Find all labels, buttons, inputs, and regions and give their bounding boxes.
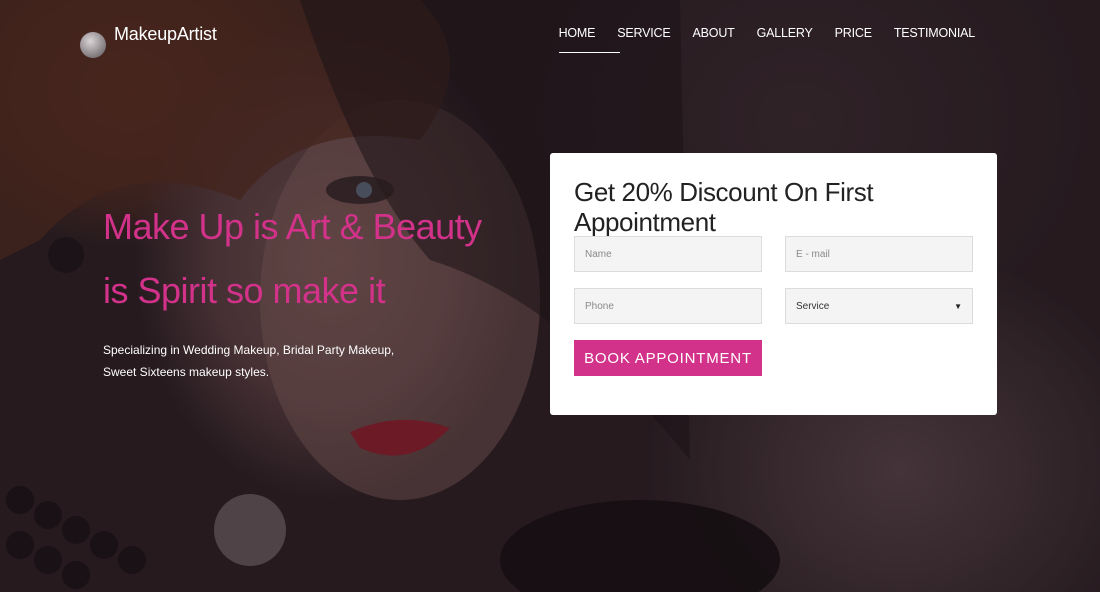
brand-name[interactable]: MakeupArtist (114, 24, 217, 45)
hero-heading: Make Up is Art & Beauty is Spirit so mak… (103, 195, 483, 323)
nav-item-testimonial[interactable]: TESTIMONIAL (883, 26, 986, 40)
hero-heading-line-2: is Spirit so make it (103, 270, 386, 311)
hero-subtitle-line-1: Specializing in Wedding Makeup, Bridal P… (103, 343, 395, 357)
brand-logo[interactable]: MakeupArtist (80, 22, 217, 58)
nav-item-about[interactable]: ABOUT (682, 26, 746, 40)
book-appointment-button[interactable]: BOOK APPOINTMENT (574, 340, 762, 376)
service-select[interactable]: Service ▼ (785, 288, 973, 324)
booking-title: Get 20% Discount On First Appointment (574, 177, 874, 237)
brand-logo-icon (80, 32, 106, 58)
main-nav: HOME SERVICE ABOUT GALLERY PRICE TESTIMO… (548, 26, 986, 53)
nav-item-home[interactable]: HOME (548, 26, 620, 53)
booking-card: Get 20% Discount On First Appointment Se… (550, 153, 997, 415)
phone-field[interactable] (574, 288, 762, 324)
hero-subtitle-line-2: Sweet Sixteens makeup styles. (103, 365, 270, 379)
nav-item-service[interactable]: SERVICE (606, 26, 681, 40)
email-field[interactable] (785, 236, 973, 272)
hero-heading-line-1: Make Up is Art & Beauty (103, 206, 482, 247)
name-field[interactable] (574, 236, 762, 272)
nav-item-gallery[interactable]: GALLERY (746, 26, 824, 40)
hero-subtitle: Specializing in Wedding Makeup, Bridal P… (103, 339, 395, 383)
service-select-value: Service (796, 300, 830, 312)
nav-item-price[interactable]: PRICE (824, 26, 883, 40)
caret-down-icon: ▼ (954, 301, 962, 311)
